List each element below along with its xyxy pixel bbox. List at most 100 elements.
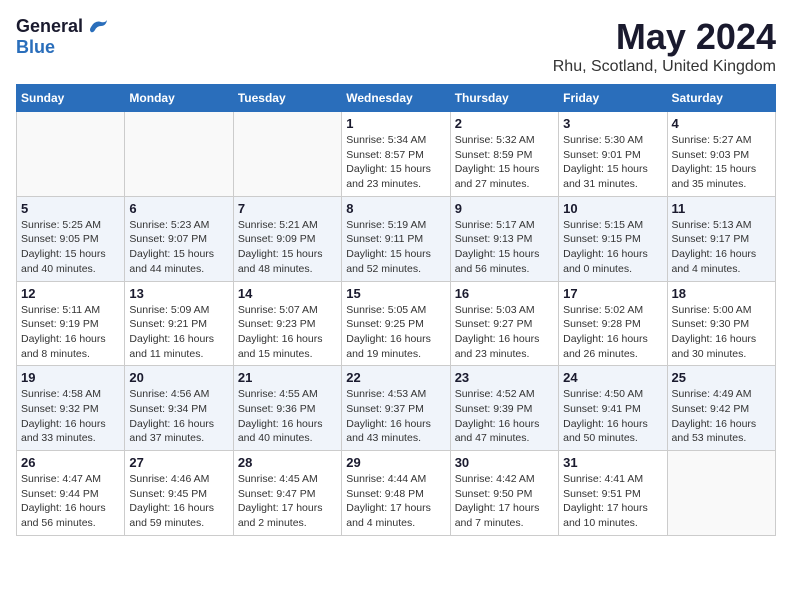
calendar-cell: 28Sunrise: 4:45 AM Sunset: 9:47 PM Dayli…	[233, 451, 341, 536]
calendar-cell: 14 Sunrise: 5:07 AM Sunset: 9:23 PM Dayli…	[233, 281, 341, 366]
logo-bird-icon	[87, 18, 109, 36]
day-number: 12	[21, 286, 120, 301]
day-info: Sunrise: 4:53 AM Sunset: 9:37 PM Dayligh…	[346, 387, 445, 446]
day-info: Sunrise: 4:49 AM Sunset: 9:42 PM Dayligh…	[672, 387, 771, 446]
day-info: Sunrise: 4:52 AM Sunset: 9:39 PM Dayligh…	[455, 387, 554, 446]
calendar-cell: 23Sunrise: 4:52 AM Sunset: 9:39 PM Dayli…	[450, 366, 558, 451]
month-year-title: May 2024	[553, 16, 776, 58]
day-info: Sunrise: 5:21 AM Sunset: 9:09 PM Dayligh…	[238, 218, 337, 277]
day-number: 11	[672, 201, 771, 216]
calendar-cell: 5 Sunrise: 5:25 AM Sunset: 9:05 PM Daylig…	[17, 196, 125, 281]
day-info: Sunrise: 5:02 AM Sunset: 9:28 PM Dayligh…	[563, 303, 662, 362]
calendar-cell: 21 Sunrise: 4:55 AM Sunset: 9:36 PM Dayli…	[233, 366, 341, 451]
logo-general-text: General	[16, 16, 83, 37]
calendar-cell: 20 Sunrise: 4:56 AM Sunset: 9:34 PM Dayli…	[125, 366, 233, 451]
day-info: Sunrise: 5:00 AM Sunset: 9:30 PM Dayligh…	[672, 303, 771, 362]
day-number: 8	[346, 201, 445, 216]
day-info: Sunrise: 5:19 AM Sunset: 9:11 PM Dayligh…	[346, 218, 445, 277]
calendar-cell: 4 Sunrise: 5:27 AM Sunset: 9:03 PM Daylig…	[667, 112, 775, 197]
calendar-cell: 24 Sunrise: 4:50 AM Sunset: 9:41 PM Dayli…	[559, 366, 667, 451]
day-number: 27	[129, 455, 228, 470]
calendar-header-monday: Monday	[125, 85, 233, 112]
day-info: Sunrise: 5:34 AM Sunset: 8:57 PM Dayligh…	[346, 133, 445, 192]
day-info: Sunrise: 4:55 AM Sunset: 9:36 PM Dayligh…	[238, 387, 337, 446]
day-number: 2	[455, 116, 554, 131]
day-number: 5	[21, 201, 120, 216]
day-info: Sunrise: 5:13 AM Sunset: 9:17 PM Dayligh…	[672, 218, 771, 277]
day-number: 10	[563, 201, 662, 216]
calendar-cell: 25 Sunrise: 4:49 AM Sunset: 9:42 PM Dayli…	[667, 366, 775, 451]
day-number: 20	[129, 370, 228, 385]
calendar-cell	[233, 112, 341, 197]
day-number: 25	[672, 370, 771, 385]
calendar-cell: 7 Sunrise: 5:21 AM Sunset: 9:09 PM Daylig…	[233, 196, 341, 281]
title-area: May 2024 Rhu, Scotland, United Kingdom	[553, 16, 776, 76]
day-info: Sunrise: 4:46 AM Sunset: 9:45 PM Dayligh…	[129, 472, 228, 531]
calendar-header-wednesday: Wednesday	[342, 85, 450, 112]
day-number: 17	[563, 286, 662, 301]
day-info: Sunrise: 4:41 AM Sunset: 9:51 PM Dayligh…	[563, 472, 662, 531]
day-info: Sunrise: 4:47 AM Sunset: 9:44 PM Dayligh…	[21, 472, 120, 531]
day-number: 19	[21, 370, 120, 385]
day-number: 16	[455, 286, 554, 301]
calendar-cell: 27 Sunrise: 4:46 AM Sunset: 9:45 PM Dayli…	[125, 451, 233, 536]
calendar-cell: 30 Sunrise: 4:42 AM Sunset: 9:50 PM Dayli…	[450, 451, 558, 536]
calendar-cell: 16 Sunrise: 5:03 AM Sunset: 9:27 PM Dayli…	[450, 281, 558, 366]
location-subtitle: Rhu, Scotland, United Kingdom	[553, 58, 776, 76]
calendar-cell	[667, 451, 775, 536]
day-info: Sunrise: 4:42 AM Sunset: 9:50 PM Dayligh…	[455, 472, 554, 531]
calendar-week-row: 26 Sunrise: 4:47 AM Sunset: 9:44 PM Dayli…	[17, 451, 776, 536]
calendar-cell: 31 Sunrise: 4:41 AM Sunset: 9:51 PM Dayli…	[559, 451, 667, 536]
page-header: General Blue May 2024 Rhu, Scotland, Uni…	[16, 16, 776, 76]
day-number: 3	[563, 116, 662, 131]
calendar-cell: 8 Sunrise: 5:19 AM Sunset: 9:11 PM Daylig…	[342, 196, 450, 281]
calendar-cell: 11 Sunrise: 5:13 AM Sunset: 9:17 PM Dayli…	[667, 196, 775, 281]
day-info: Sunrise: 5:27 AM Sunset: 9:03 PM Dayligh…	[672, 133, 771, 192]
day-number: 6	[129, 201, 228, 216]
calendar-header-friday: Friday	[559, 85, 667, 112]
calendar-week-row: 1Sunrise: 5:34 AM Sunset: 8:57 PM Daylig…	[17, 112, 776, 197]
calendar-week-row: 19 Sunrise: 4:58 AM Sunset: 9:32 PM Dayli…	[17, 366, 776, 451]
calendar-cell: 10Sunrise: 5:15 AM Sunset: 9:15 PM Dayli…	[559, 196, 667, 281]
calendar-header-sunday: Sunday	[17, 85, 125, 112]
day-info: Sunrise: 5:30 AM Sunset: 9:01 PM Dayligh…	[563, 133, 662, 192]
day-number: 18	[672, 286, 771, 301]
calendar-week-row: 5 Sunrise: 5:25 AM Sunset: 9:05 PM Daylig…	[17, 196, 776, 281]
day-number: 22	[346, 370, 445, 385]
calendar-header-tuesday: Tuesday	[233, 85, 341, 112]
logo-blue-text: Blue	[16, 37, 55, 57]
calendar-cell: 1Sunrise: 5:34 AM Sunset: 8:57 PM Daylig…	[342, 112, 450, 197]
day-info: Sunrise: 4:56 AM Sunset: 9:34 PM Dayligh…	[129, 387, 228, 446]
day-number: 26	[21, 455, 120, 470]
day-number: 31	[563, 455, 662, 470]
logo: General Blue	[16, 16, 109, 58]
calendar-cell: 3 Sunrise: 5:30 AM Sunset: 9:01 PM Daylig…	[559, 112, 667, 197]
day-number: 14	[238, 286, 337, 301]
day-number: 13	[129, 286, 228, 301]
day-number: 28	[238, 455, 337, 470]
calendar-cell: 18 Sunrise: 5:00 AM Sunset: 9:30 PM Dayli…	[667, 281, 775, 366]
calendar-table: SundayMondayTuesdayWednesdayThursdayFrid…	[16, 84, 776, 536]
day-info: Sunrise: 5:32 AM Sunset: 8:59 PM Dayligh…	[455, 133, 554, 192]
day-info: Sunrise: 5:17 AM Sunset: 9:13 PM Dayligh…	[455, 218, 554, 277]
calendar-cell: 19 Sunrise: 4:58 AM Sunset: 9:32 PM Dayli…	[17, 366, 125, 451]
day-number: 4	[672, 116, 771, 131]
day-info: Sunrise: 5:07 AM Sunset: 9:23 PM Dayligh…	[238, 303, 337, 362]
day-info: Sunrise: 5:25 AM Sunset: 9:05 PM Dayligh…	[21, 218, 120, 277]
day-info: Sunrise: 4:50 AM Sunset: 9:41 PM Dayligh…	[563, 387, 662, 446]
day-number: 30	[455, 455, 554, 470]
calendar-cell: 9Sunrise: 5:17 AM Sunset: 9:13 PM Daylig…	[450, 196, 558, 281]
calendar-header-row: SundayMondayTuesdayWednesdayThursdayFrid…	[17, 85, 776, 112]
day-info: Sunrise: 5:11 AM Sunset: 9:19 PM Dayligh…	[21, 303, 120, 362]
day-number: 24	[563, 370, 662, 385]
calendar-cell: 12 Sunrise: 5:11 AM Sunset: 9:19 PM Dayli…	[17, 281, 125, 366]
calendar-cell	[125, 112, 233, 197]
calendar-cell: 13 Sunrise: 5:09 AM Sunset: 9:21 PM Dayli…	[125, 281, 233, 366]
day-number: 29	[346, 455, 445, 470]
day-info: Sunrise: 5:09 AM Sunset: 9:21 PM Dayligh…	[129, 303, 228, 362]
day-number: 7	[238, 201, 337, 216]
day-number: 21	[238, 370, 337, 385]
day-info: Sunrise: 4:58 AM Sunset: 9:32 PM Dayligh…	[21, 387, 120, 446]
day-info: Sunrise: 5:05 AM Sunset: 9:25 PM Dayligh…	[346, 303, 445, 362]
day-info: Sunrise: 5:03 AM Sunset: 9:27 PM Dayligh…	[455, 303, 554, 362]
